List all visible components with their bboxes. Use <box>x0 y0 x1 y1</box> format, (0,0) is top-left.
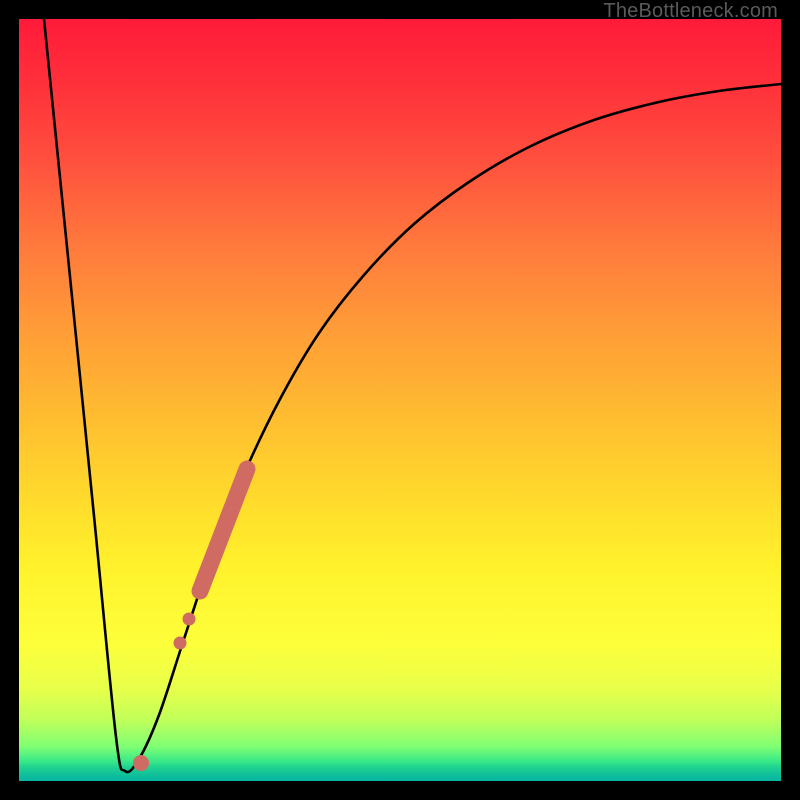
chart-frame <box>19 19 781 781</box>
marker-dot <box>133 755 149 771</box>
marker-dot <box>174 637 187 650</box>
marker-segment <box>200 469 247 591</box>
bottleneck-curve-chart <box>19 19 781 781</box>
curve-path <box>44 19 781 772</box>
curve-markers <box>133 469 247 771</box>
watermark-text: TheBottleneck.com <box>603 0 778 23</box>
marker-dot <box>183 613 196 626</box>
